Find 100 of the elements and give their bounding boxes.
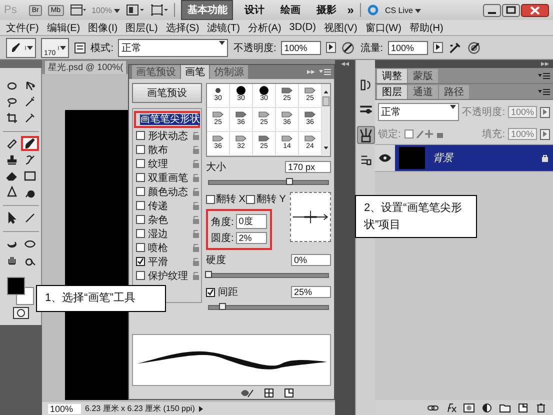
workspace-button[interactable]: 设计 bbox=[239, 1, 270, 19]
panel-tab[interactable]: 调整 bbox=[377, 69, 407, 83]
workspace-button[interactable]: 摄影 bbox=[311, 1, 342, 19]
menu-item[interactable]: 文件(F) bbox=[6, 20, 39, 34]
brush-option-item[interactable]: 湿边 bbox=[148, 226, 189, 240]
view-icon[interactable] bbox=[70, 4, 86, 16]
workspace-button[interactable]: 绘画 bbox=[275, 1, 306, 19]
checkbox[interactable] bbox=[136, 229, 145, 238]
workspace-button[interactable]: 基本功能 bbox=[181, 0, 234, 20]
roundness-field[interactable]: 2% bbox=[236, 232, 267, 244]
panel-tab[interactable]: 仿制源 bbox=[210, 65, 248, 79]
menu-item[interactable]: 选择(S) bbox=[166, 20, 200, 34]
tool-button[interactable] bbox=[20, 136, 38, 151]
layer-item[interactable]: 背景 bbox=[395, 145, 553, 171]
panel-tab[interactable]: 图层 bbox=[377, 85, 407, 99]
checkbox[interactable] bbox=[206, 194, 215, 204]
checkbox[interactable] bbox=[136, 201, 145, 210]
panel-toggle-icon[interactable] bbox=[74, 42, 86, 54]
menu-item[interactable]: 视图(V) bbox=[324, 20, 358, 34]
scrollbar[interactable] bbox=[322, 84, 330, 156]
folder-icon[interactable] bbox=[499, 402, 511, 412]
opacity-slider-button[interactable] bbox=[540, 106, 550, 118]
brush-option-item[interactable]: 形状动态 bbox=[148, 128, 189, 142]
lock-options-icon[interactable] bbox=[404, 129, 444, 139]
minimize-icon[interactable] bbox=[483, 4, 501, 16]
mask-icon[interactable] bbox=[463, 402, 475, 412]
link-icon[interactable] bbox=[427, 402, 439, 412]
cs-live-icon[interactable] bbox=[366, 4, 379, 16]
checkbox[interactable] bbox=[136, 159, 145, 168]
maximize-icon[interactable] bbox=[502, 4, 520, 16]
brush-option-item[interactable]: 杂色 bbox=[148, 212, 189, 226]
fill-slider-button[interactable] bbox=[540, 128, 550, 140]
checkbox[interactable] bbox=[246, 194, 256, 204]
opacity-field[interactable]: 100% bbox=[281, 40, 322, 54]
new-layer-icon[interactable] bbox=[517, 402, 529, 412]
checkbox[interactable] bbox=[136, 257, 145, 266]
document-tab[interactable]: 星光.psd @ 100%( bbox=[45, 61, 126, 74]
pressure-size-icon[interactable] bbox=[467, 40, 482, 54]
panel-tab[interactable]: 画笔预设 bbox=[132, 65, 180, 79]
opacity-slider-button[interactable] bbox=[326, 42, 336, 53]
adjustments-icon[interactable] bbox=[358, 78, 372, 92]
brush-tip-shape-item[interactable]: 画笔笔尖形状 bbox=[134, 111, 200, 128]
menu-item[interactable]: 窗口(W) bbox=[365, 20, 402, 34]
angle-field[interactable]: 0度 bbox=[236, 214, 267, 229]
spacing-field[interactable]: 25% bbox=[291, 286, 331, 298]
screen-mode-icon[interactable] bbox=[150, 4, 168, 16]
menu-item[interactable]: 图像(I) bbox=[88, 20, 118, 34]
blend-mode-dropdown[interactable]: 正常 bbox=[378, 103, 460, 121]
checkbox[interactable] bbox=[136, 271, 145, 280]
brush-option-item[interactable]: 双重画笔 bbox=[148, 170, 189, 184]
checkbox[interactable] bbox=[136, 187, 145, 196]
menu-item[interactable]: 3D(D) bbox=[289, 22, 316, 33]
panel-menu-icon[interactable] bbox=[319, 69, 334, 75]
airbrush-icon[interactable] bbox=[448, 40, 462, 54]
brush-option-item[interactable]: 纹理 bbox=[148, 156, 189, 170]
checkbox[interactable] bbox=[136, 243, 145, 252]
adjustment-layer-icon[interactable] bbox=[481, 402, 493, 412]
brush-presets-button[interactable]: 画笔预设 bbox=[132, 83, 202, 103]
flow-field[interactable]: 100% bbox=[388, 40, 428, 54]
panel-tab[interactable]: 通道 bbox=[408, 85, 438, 99]
zoom-field[interactable]: 100% bbox=[48, 404, 82, 414]
hardness-field[interactable]: 0% bbox=[291, 254, 331, 266]
quick-mask-icon[interactable] bbox=[12, 307, 28, 319]
eye-icon[interactable] bbox=[378, 153, 392, 163]
panel-menu-icon[interactable] bbox=[538, 88, 553, 94]
layer-opacity-field[interactable]: 100% bbox=[508, 106, 537, 118]
fill-field[interactable]: 100% bbox=[508, 128, 537, 140]
menu-item[interactable]: 编辑(E) bbox=[46, 20, 80, 34]
size-field[interactable]: 170 px bbox=[285, 161, 331, 173]
checkbox[interactable] bbox=[206, 288, 215, 296]
menu-item[interactable]: 帮助(H) bbox=[409, 20, 444, 34]
close-icon[interactable] bbox=[521, 4, 549, 16]
effects-icon[interactable] bbox=[445, 402, 457, 412]
checkbox[interactable] bbox=[136, 131, 145, 140]
checkbox[interactable] bbox=[136, 215, 145, 224]
panel-tab[interactable]: 画笔 bbox=[181, 65, 209, 79]
eye-brush-icon[interactable] bbox=[240, 388, 254, 398]
menu-item[interactable]: 图层(L) bbox=[126, 20, 158, 34]
layout-icon[interactable] bbox=[126, 4, 144, 16]
panel-menu-icon[interactable] bbox=[538, 72, 553, 78]
new-preset-icon[interactable] bbox=[284, 388, 294, 398]
brush-preset-picker[interactable] bbox=[6, 38, 36, 58]
grid-icon[interactable] bbox=[264, 388, 274, 398]
brush-option-item[interactable]: 传递 bbox=[148, 198, 189, 212]
more-workspaces-button[interactable]: » bbox=[347, 3, 354, 17]
spacing-slider-thumb[interactable] bbox=[219, 303, 226, 310]
brush-option-item[interactable]: 散布 bbox=[148, 142, 189, 156]
brushes-icon[interactable] bbox=[356, 126, 374, 144]
color-swatches[interactable] bbox=[6, 277, 36, 305]
hardness-slider-thumb[interactable] bbox=[205, 271, 212, 278]
cs-live-menu[interactable]: CS Live bbox=[384, 6, 422, 14]
brush-option-item[interactable]: 平滑 bbox=[148, 254, 189, 268]
brush-option-item[interactable]: 颜色动态 bbox=[148, 184, 189, 198]
mode-dropdown[interactable]: 正常 bbox=[118, 38, 228, 56]
flow-slider-button[interactable] bbox=[433, 42, 444, 53]
pressure-opacity-icon[interactable] bbox=[341, 40, 356, 54]
status-menu-button[interactable] bbox=[198, 404, 203, 414]
menu-item[interactable]: 分析(A) bbox=[248, 20, 282, 34]
panel-tab[interactable]: 蒙版 bbox=[408, 69, 438, 83]
trash-icon[interactable] bbox=[535, 402, 547, 412]
